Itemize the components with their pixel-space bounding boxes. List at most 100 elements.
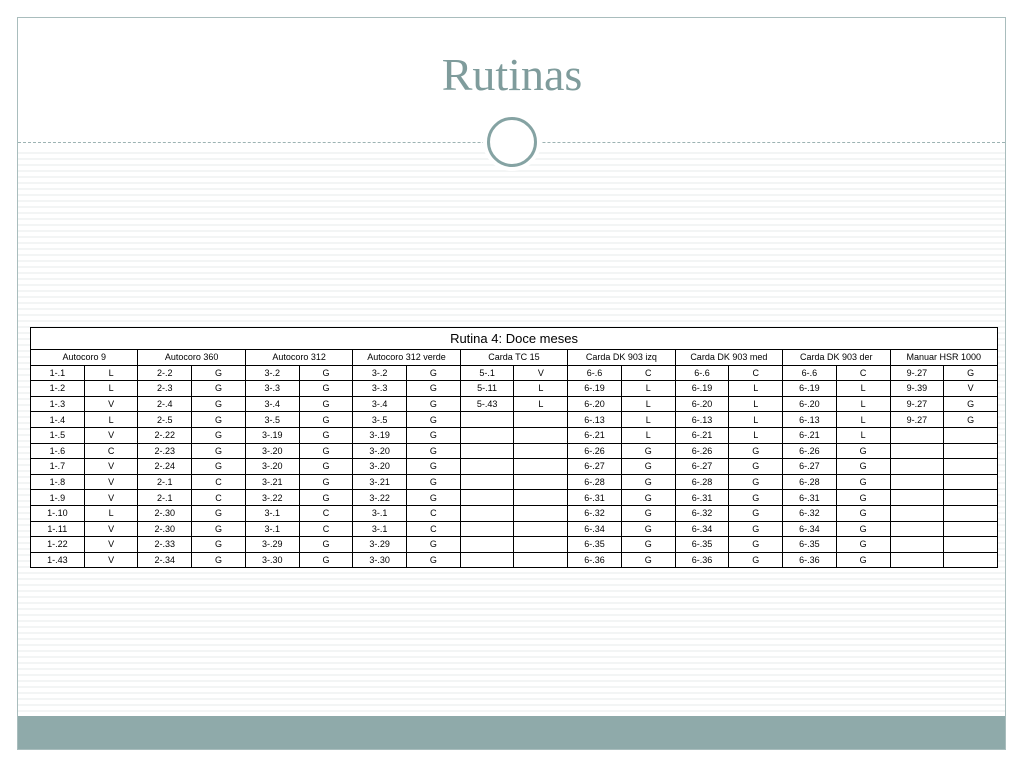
table-cell-code: 9-.39 — [889, 380, 945, 397]
table-cell-code: 6-.32 — [674, 504, 730, 522]
table-cell-type — [943, 442, 999, 460]
table-cell-type: L — [728, 411, 784, 428]
table-cell-type: L — [835, 395, 891, 413]
table-cell-type: G — [943, 395, 999, 413]
table-cell-code — [459, 442, 515, 460]
table-cell-type: G — [191, 504, 246, 522]
table-cell-code — [459, 458, 515, 475]
table-cell-code: 6-.34 — [782, 520, 837, 538]
table-cell-code — [889, 504, 945, 522]
table-row: 1-.5 V 2-.22 G 3-.19 G 3-.19 G 6-.21 L 6-.21 L 6-.21… — [30, 426, 999, 444]
table-cell-code: 6-.20 — [674, 395, 730, 413]
table-cell-code — [459, 536, 515, 553]
table-caption: Rutina 4: Doce meses — [29, 327, 999, 350]
table-cell-type: V — [83, 395, 139, 413]
table-cell-code: 5-.11 — [459, 380, 515, 397]
table-cell-code: 6-.35 — [782, 536, 837, 553]
table-cell-code: 3-.21 — [244, 473, 300, 491]
table-cell-type — [513, 473, 569, 491]
table-cell-code: 6-.26 — [782, 442, 837, 460]
table-cell-code: 6-.27 — [674, 458, 730, 475]
table-cell-code: 6-.28 — [674, 473, 730, 491]
table-cell-code: 3-.29 — [244, 536, 300, 553]
table-cell-type: V — [83, 473, 139, 491]
table-cell-type: G — [191, 551, 246, 569]
table-cell-type — [943, 504, 999, 522]
table-cell-code — [459, 520, 515, 538]
table-cell-type: G — [835, 520, 891, 538]
table-cell-code: 1-.2 — [30, 380, 85, 397]
table-cell-type: G — [620, 489, 676, 506]
table-cell-code — [889, 520, 945, 538]
column-group-header: Carda DK 903 der — [782, 349, 891, 366]
column-group-header: Autocoro 360 — [137, 349, 246, 366]
table-cell-code: 2-.33 — [137, 536, 193, 553]
table-cell-type: L — [728, 380, 784, 397]
table-cell-type: G — [406, 395, 461, 413]
table-cell-type: L — [728, 395, 784, 413]
table-cell-type: L — [835, 411, 891, 428]
table-cell-code: 2-.34 — [137, 551, 193, 569]
table-cell-type: L — [620, 380, 676, 397]
table-cell-type — [513, 442, 569, 460]
table-cell-type: G — [298, 442, 354, 460]
table-cell-type — [513, 411, 569, 428]
table-cell-code: 6-.31 — [782, 489, 837, 506]
table-cell-type: G — [298, 473, 354, 491]
table-cell-type: C — [406, 520, 461, 538]
column-group-header: Carda DK 903 izq — [567, 349, 676, 366]
column-group-header: Carda TC 15 — [459, 349, 569, 366]
table-cell-code: 2-.30 — [137, 520, 193, 538]
table-cell-type: G — [191, 520, 246, 538]
table-cell-type — [513, 551, 569, 569]
table-cell-code: 6-.20 — [567, 395, 622, 413]
table-cell-type: C — [835, 364, 891, 382]
table-cell-type: G — [406, 473, 461, 491]
table-cell-type: C — [191, 489, 246, 506]
table-row: 1-.4 L 2-.5 G 3-.5 G 3-.5 G 6-.13 L 6-.13 L 6-.13 L 9-… — [30, 411, 999, 428]
table-cell-code — [889, 489, 945, 506]
table-cell-code: 2-.4 — [137, 395, 193, 413]
table-cell-code: 6-.21 — [674, 426, 730, 444]
table-cell-code: 3-.5 — [352, 411, 408, 428]
table-cell-type: G — [406, 489, 461, 506]
table-cell-code: 6-.32 — [782, 504, 837, 522]
table-cell-code: 2-.22 — [137, 426, 193, 444]
table-cell-type: G — [298, 380, 354, 397]
table-cell-code — [459, 411, 515, 428]
table-cell-code: 2-.1 — [137, 489, 193, 506]
table-cell-type — [513, 536, 569, 553]
table-cell-code: 3-.2 — [352, 364, 408, 382]
table-cell-code: 1-.3 — [30, 395, 85, 413]
table-cell-type: V — [83, 458, 139, 475]
table-cell-code: 6-.36 — [567, 551, 622, 569]
column-group-header: Autocoro 312 verde — [352, 349, 461, 366]
table-cell-type — [513, 458, 569, 475]
table-cell-code: 3-.5 — [244, 411, 300, 428]
table-cell-type: G — [728, 489, 784, 506]
table-cell-code: 6-.31 — [567, 489, 622, 506]
table-cell-type: V — [943, 380, 999, 397]
table-cell-code: 6-.28 — [782, 473, 837, 491]
table-cell-code — [889, 442, 945, 460]
table-cell-code — [889, 536, 945, 553]
table-cell-type: G — [620, 520, 676, 538]
table-cell-code: 6-.36 — [674, 551, 730, 569]
table-cell-type: G — [728, 504, 784, 522]
table-cell-code — [889, 426, 945, 444]
table-cell-code: 3-.20 — [352, 442, 408, 460]
table-cell-type: V — [83, 426, 139, 444]
table-cell-type: G — [943, 411, 999, 428]
table-cell-type: G — [298, 551, 354, 569]
table-cell-code: 2-.1 — [137, 473, 193, 491]
table-cell-type: G — [191, 380, 246, 397]
table-cell-code — [889, 551, 945, 569]
table-cell-code — [889, 473, 945, 491]
table-cell-code: 6-.26 — [567, 442, 622, 460]
table-cell-code: 6-.35 — [674, 536, 730, 553]
table-cell-type: L — [83, 504, 139, 522]
table-cell-code: 6-.31 — [674, 489, 730, 506]
table-body: 1-.1 L 2-.2 G 3-.2 G 3-.2 G 5-.1 V 6-.6 C 6-.6 C 6-.6 C… — [30, 364, 999, 569]
table-cell-type — [943, 551, 999, 569]
table-cell-code: 6-.36 — [782, 551, 837, 569]
